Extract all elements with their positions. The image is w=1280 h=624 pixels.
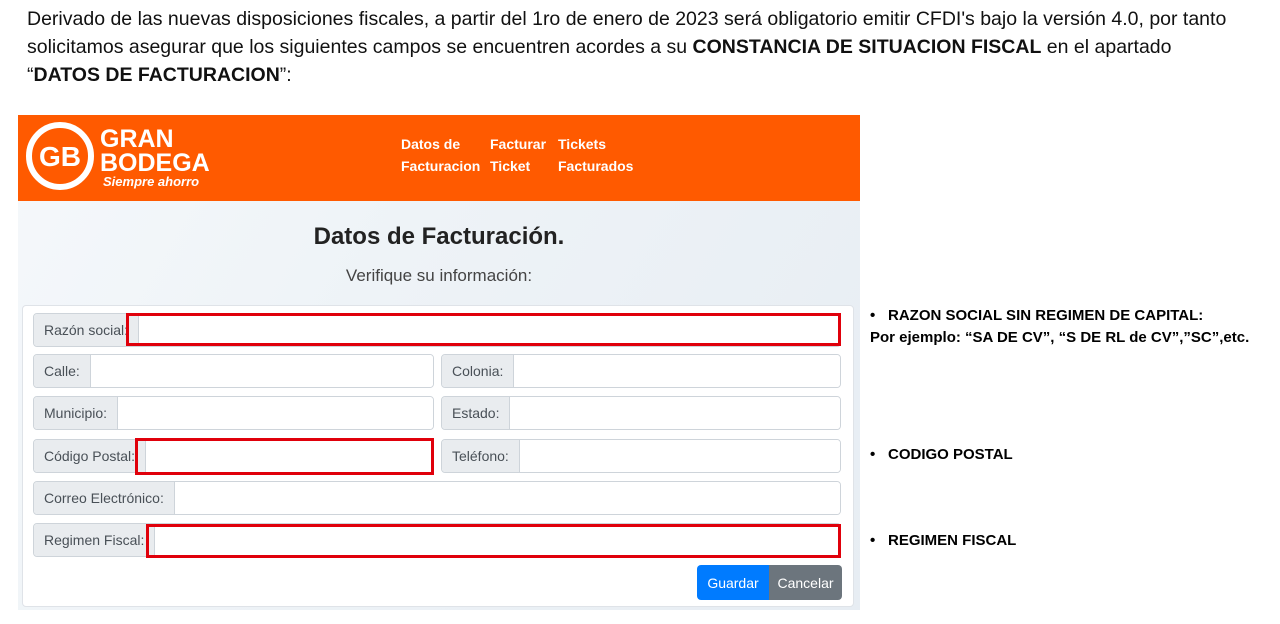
cancel-button[interactable]: Cancelar [769, 565, 842, 600]
telefono-group: Teléfono: [441, 439, 841, 473]
correo-input[interactable] [174, 482, 840, 514]
colonia-label: Colonia: [442, 355, 515, 387]
razon-social-input[interactable] [139, 314, 840, 346]
municipio-input[interactable] [118, 397, 433, 429]
note-razon-social: • RAZON SOCIAL SIN REGIMEN DE CAPITAL: Po… [870, 307, 1250, 346]
estado-label: Estado: [442, 397, 511, 429]
colonia-input[interactable] [514, 355, 840, 387]
estado-input[interactable] [510, 397, 840, 429]
intro-paragraph: Derivado de las nuevas disposiciones fis… [27, 5, 1247, 89]
page-subtitle: Verifique su información: [345, 266, 533, 285]
telefono-input[interactable] [519, 440, 840, 472]
nav-facturar-ticket[interactable]: Facturar Ticket [490, 133, 546, 177]
nav-tickets-facturados[interactable]: Tickets Facturados [558, 133, 633, 177]
intro-text-3: ”: [279, 64, 292, 86]
intro-bold-datos: DATOS DE FACTURACION [33, 64, 280, 86]
telefono-label: Teléfono: [442, 440, 520, 472]
screenshot-panel: GB GRAN BODEGA Siempre ahorro Datos de Fa… [18, 115, 860, 610]
colonia-group: Colonia: [441, 354, 841, 388]
razon-social-label: Razón social: [34, 314, 140, 346]
billing-form: Razón social: Calle: Colonia: Municipio:… [22, 305, 854, 607]
logo-bodega: BODEGA [100, 149, 210, 177]
codigo-postal-group: Código Postal: [33, 439, 434, 473]
estado-group: Estado: [441, 396, 841, 430]
regimen-label: Regimen Fiscal: [34, 524, 156, 556]
correo-label: Correo Electrónico: [34, 482, 175, 514]
regimen-input[interactable] [155, 524, 840, 556]
municipio-label: Municipio: [34, 397, 119, 429]
regimen-group: Regimen Fiscal: [33, 523, 841, 557]
logo-mark: GB [39, 141, 81, 172]
intro-bold-constancia: CONSTANCIA DE SITUACION FISCAL [692, 36, 1042, 58]
calle-input[interactable] [90, 355, 433, 387]
note-regimen-fiscal: • REGIMEN FISCAL [870, 532, 1017, 549]
gran-bodega-logo[interactable]: GB GRAN BODEGA Siempre ahorro [26, 119, 236, 191]
codigo-postal-input[interactable] [146, 440, 433, 472]
correo-group: Correo Electrónico: [33, 481, 841, 515]
logo-tagline: Siempre ahorro [103, 174, 199, 189]
nav-datos-facturacion[interactable]: Datos de Facturacion [401, 133, 480, 177]
save-button[interactable]: Guardar [697, 565, 769, 600]
page-title: Datos de Facturación. [313, 223, 565, 250]
razon-social-group: Razón social: [33, 313, 841, 347]
municipio-group: Municipio: [33, 396, 434, 430]
codigo-postal-label: Código Postal: [34, 440, 147, 472]
note-codigo-postal: • CODIGO POSTAL [870, 446, 1013, 463]
calle-label: Calle: [34, 355, 91, 387]
calle-group: Calle: [33, 354, 434, 388]
top-navbar: GB GRAN BODEGA Siempre ahorro Datos de Fa… [18, 115, 860, 201]
